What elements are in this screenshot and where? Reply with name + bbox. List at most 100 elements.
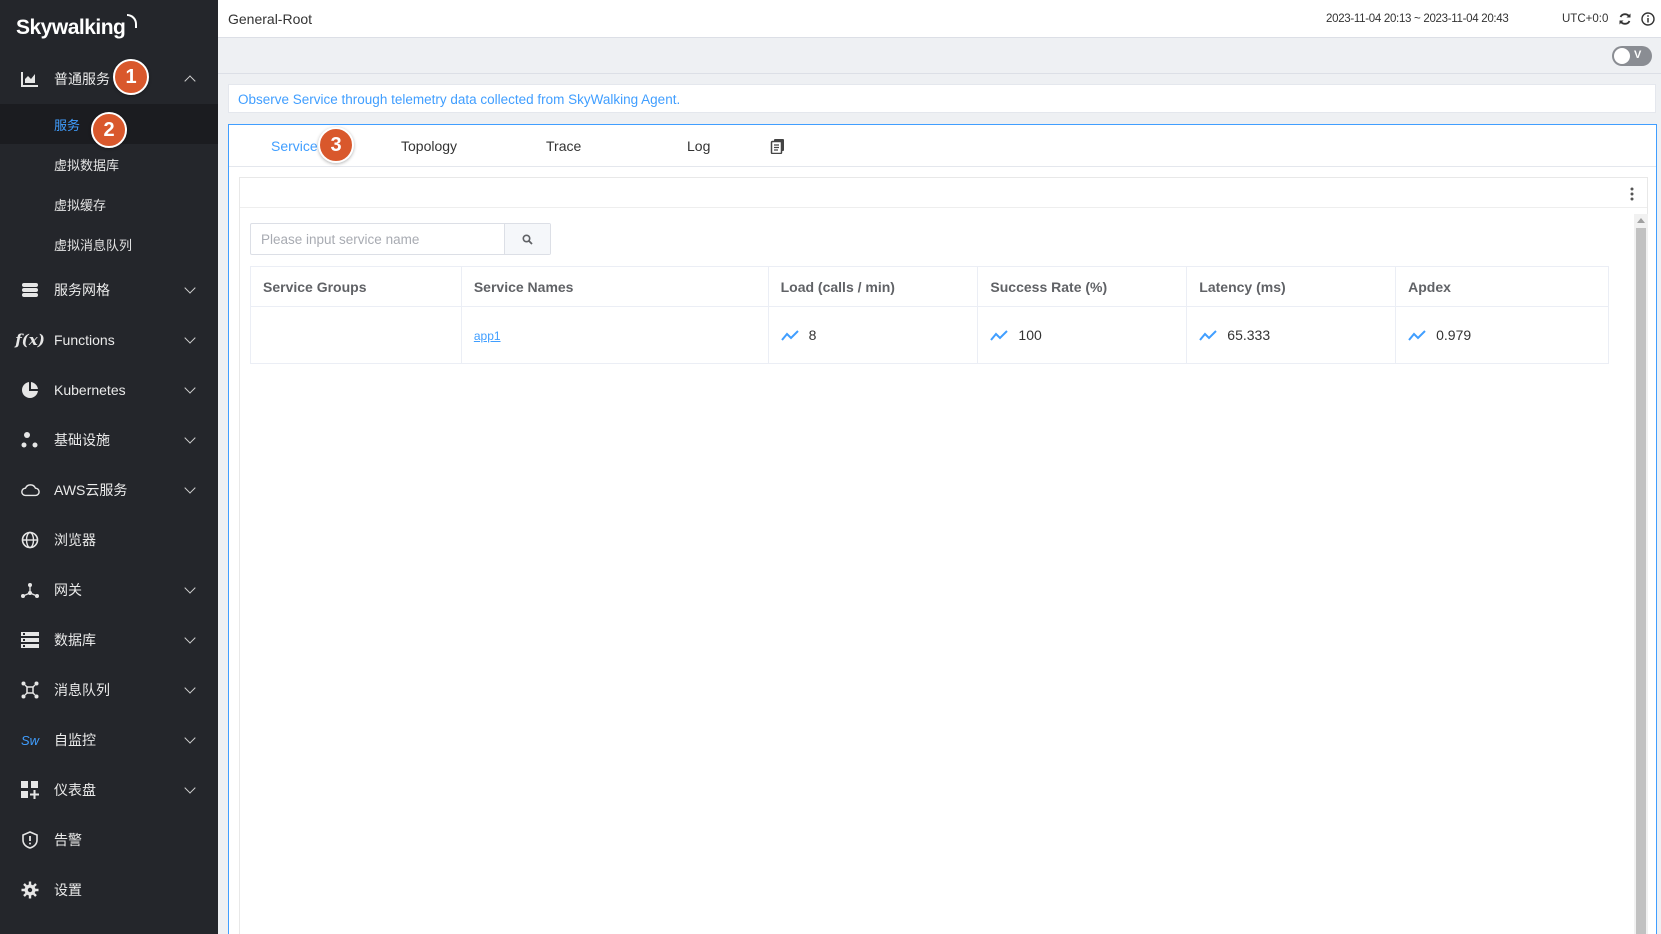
sidebar-item-label: 网关 [54, 582, 82, 598]
search-icon [522, 233, 533, 245]
chevron-down-icon [184, 282, 196, 294]
sidebar-item-aws[interactable]: AWS云服务 [0, 470, 218, 510]
trend-line-icon[interactable] [990, 330, 1009, 342]
cell-load: 8 [767, 306, 979, 364]
trend-line-icon[interactable] [780, 330, 799, 342]
sidebar-item-settings[interactable]: 设置 [0, 870, 218, 910]
sidebar-subitem-label: 虚拟数据库 [54, 157, 120, 173]
copy-icon[interactable] [770, 138, 786, 155]
globe-icon [20, 530, 40, 550]
skywalking-logo[interactable]: Skywalking [16, 14, 138, 40]
cell-latency: 65.333 [1186, 306, 1397, 364]
service-name-link[interactable]: app1 [474, 329, 501, 343]
cell-apdex: 0.979 [1395, 306, 1609, 364]
sidebar-item-self-observability[interactable]: Sw 自监控 [0, 720, 218, 760]
function-icon: f(x) [15, 331, 45, 349]
tab-topology[interactable]: Topology [401, 138, 457, 154]
timezone-label: UTC+0:0 [1562, 13, 1609, 25]
column-header: Success Rate (%) [977, 266, 1188, 307]
sidebar-item-general-service[interactable]: 普通服务 [0, 59, 218, 99]
tab-trace[interactable]: Trace [546, 138, 581, 154]
sidebar-subitem-virtual-database[interactable]: 虚拟数据库 [0, 144, 218, 184]
cloud-icon [20, 480, 40, 500]
sidebar-item-label: 消息队列 [54, 682, 110, 698]
column-header: Latency (ms) [1186, 266, 1397, 307]
search-button[interactable] [504, 224, 550, 254]
sidebar-subitem-label: 服务 [54, 117, 81, 133]
time-range-picker[interactable]: 2023-11-04 20:13 ~ 2023-11-04 20:43 [1326, 13, 1509, 25]
scrollbar-thumb[interactable] [1636, 228, 1646, 934]
trend-line-icon[interactable] [1408, 330, 1426, 342]
scroll-up-arrow-icon[interactable] [1637, 218, 1645, 223]
widget-header [240, 178, 1647, 208]
database-stack-icon [20, 280, 40, 300]
sidebar-item-label: 设置 [54, 882, 82, 898]
sidebar-item-message-queue[interactable]: 消息队列 [0, 670, 218, 710]
sidebar-item-label: 仪表盘 [54, 782, 96, 798]
sidebar-item-label: 服务网格 [54, 282, 110, 298]
chevron-down-icon [184, 732, 196, 744]
column-header: Load (calls / min) [767, 266, 979, 307]
chevron-down-icon [184, 482, 196, 494]
dots-cluster-icon [20, 430, 40, 450]
chart-icon [20, 69, 40, 89]
vertical-scrollbar[interactable] [1634, 214, 1648, 934]
service-widget: Service Groups Service Names Load (calls… [239, 177, 1648, 934]
sidebar-item-alarm[interactable]: 告警 [0, 820, 218, 860]
table-row: app1 8 100 65.333 0.979 [250, 306, 1609, 364]
sw-icon: Sw [20, 732, 40, 748]
info-icon[interactable] [1641, 12, 1655, 26]
sidebar-item-gateway[interactable]: 网关 [0, 570, 218, 610]
annotation-badge: 1 [113, 59, 149, 95]
sidebar-item-label: 告警 [54, 832, 82, 848]
latency-value: 65.333 [1227, 327, 1271, 343]
gateway-icon [20, 580, 40, 600]
sidebar-item-kubernetes[interactable]: Kubernetes [0, 370, 218, 410]
edit-mode-toggle[interactable]: V [1612, 46, 1652, 66]
table-header-row: Service Groups Service Names Load (calls… [250, 266, 1609, 307]
sidebar-item-label: 基础设施 [54, 432, 110, 448]
tabs-panel: Service Topology Trace Log Service [228, 124, 1657, 934]
sidebar-item-dashboard[interactable]: 仪表盘 [0, 770, 218, 810]
service-table: Service Groups Service Names Load (calls… [250, 266, 1609, 364]
sidebar-item-label: 普通服务 [54, 71, 110, 87]
sidebar-item-service-mesh[interactable]: 服务网格 [0, 270, 218, 310]
gear-icon [20, 880, 40, 900]
cell-service-group [250, 306, 462, 364]
sidebar-item-database[interactable]: 数据库 [0, 620, 218, 660]
refresh-icon[interactable] [1618, 12, 1632, 26]
trend-line-icon[interactable] [1199, 330, 1217, 342]
chevron-up-icon [184, 75, 196, 87]
service-search-input[interactable] [251, 224, 505, 254]
sidebar-item-functions[interactable]: f(x) Functions [0, 320, 218, 360]
cell-service-name: app1 [460, 306, 769, 364]
sidebar-item-label: 自监控 [54, 732, 96, 748]
chevron-down-icon [184, 682, 196, 694]
more-vertical-icon[interactable] [1630, 186, 1634, 202]
column-header: Apdex [1395, 266, 1609, 307]
tab-log[interactable]: Log [687, 138, 710, 154]
chevron-down-icon [184, 782, 196, 794]
alert-shield-icon [20, 830, 40, 850]
chevron-down-icon [184, 582, 196, 594]
toggle-label: V [1634, 49, 1642, 61]
sidebar-item-infrastructure[interactable]: 基础设施 [0, 420, 218, 460]
sidebar-item-label: 数据库 [54, 632, 96, 648]
sidebar-item-label: AWS云服务 [54, 482, 128, 498]
description-banner: Observe Service through telemetry data c… [228, 84, 1656, 113]
column-header: Service Groups [250, 266, 462, 307]
chevron-down-icon [184, 332, 196, 344]
sidebar-item-browser[interactable]: 浏览器 [0, 520, 218, 560]
kubernetes-icon [20, 380, 40, 400]
load-value: 8 [808, 327, 817, 343]
tabs-bar: Service Topology Trace Log [229, 125, 1656, 167]
top-header: General-Root 2023-11-04 20:13 ~ 2023-11-… [218, 0, 1661, 38]
sidebar-subitem-virtual-cache[interactable]: 虚拟缓存 [0, 184, 218, 224]
description-text: Observe Service through telemetry data c… [238, 92, 681, 107]
sidebar-subitem-label: 虚拟缓存 [54, 197, 107, 213]
tab-service[interactable]: Service [271, 138, 318, 154]
success-rate-value: 100 [1018, 327, 1042, 343]
sidebar-item-label: Kubernetes [54, 382, 126, 398]
sidebar-subitem-virtual-mq[interactable]: 虚拟消息队列 [0, 224, 218, 264]
network-nodes-icon [20, 680, 40, 700]
